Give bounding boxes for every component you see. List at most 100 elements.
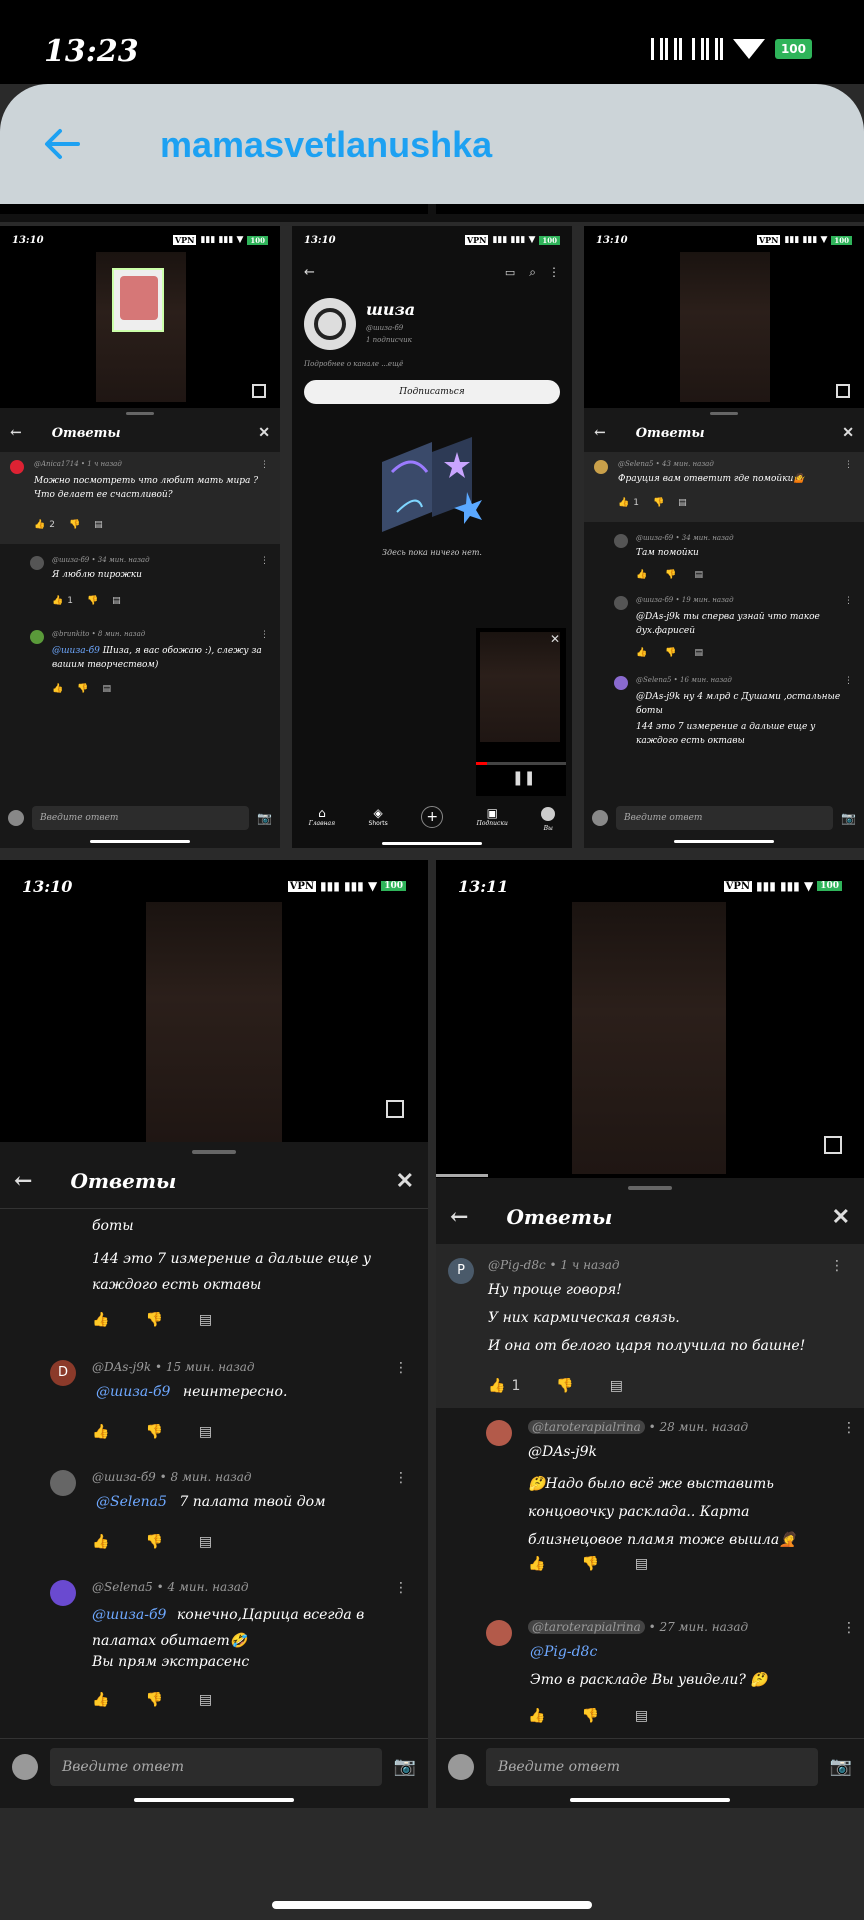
- mention-link[interactable]: @шиза-б9: [52, 646, 100, 656]
- fullscreen-icon[interactable]: [252, 384, 266, 398]
- like-icon[interactable]: 👍: [92, 1692, 109, 1708]
- fullscreen-icon[interactable]: [386, 1100, 404, 1118]
- create-button[interactable]: +: [421, 806, 444, 828]
- like-icon[interactable]: 👍: [488, 1378, 505, 1394]
- reply-icon[interactable]: ▤: [199, 1312, 212, 1328]
- reply-input[interactable]: Введите ответ: [50, 1747, 382, 1786]
- dislike-icon[interactable]: 👎: [653, 498, 664, 508]
- nav-you[interactable]: Вы: [541, 806, 556, 832]
- like-icon[interactable]: 👍: [618, 498, 629, 508]
- back-icon[interactable]: ←: [594, 425, 606, 441]
- signal-icon: [691, 38, 723, 60]
- more-icon[interactable]: ⋮: [260, 556, 269, 566]
- reply-icon[interactable]: ▤: [610, 1378, 623, 1394]
- mention-link[interactable]: @Pig-d8c: [530, 1644, 597, 1660]
- dislike-icon[interactable]: 👎: [77, 684, 88, 694]
- back-arrow-icon[interactable]: [42, 124, 82, 164]
- cast-icon[interactable]: ▭: [505, 266, 515, 279]
- more-icon[interactable]: ⋮: [394, 1580, 408, 1596]
- close-icon[interactable]: ✕: [842, 425, 854, 441]
- reply-input[interactable]: Введите ответ: [616, 806, 834, 830]
- dislike-icon[interactable]: 👎: [665, 648, 676, 658]
- like-icon[interactable]: 👍: [528, 1556, 545, 1572]
- close-icon[interactable]: ✕: [258, 425, 270, 441]
- camera-icon[interactable]: 📷: [394, 1756, 416, 1777]
- home-indicator[interactable]: [272, 1901, 592, 1909]
- more-icon[interactable]: ⋮: [844, 676, 853, 686]
- dislike-icon[interactable]: 👎: [581, 1556, 598, 1572]
- app-bar: mamasvetlanushka: [0, 84, 864, 204]
- more-icon[interactable]: ⋮: [842, 1420, 856, 1436]
- nav-home[interactable]: ⌂ Главная: [309, 806, 335, 827]
- search-icon[interactable]: ⌕: [529, 265, 536, 280]
- mention-link[interactable]: @шиза-б9: [92, 1607, 166, 1623]
- like-icon[interactable]: 👍: [34, 520, 45, 530]
- reply-icon[interactable]: ▤: [635, 1708, 648, 1724]
- close-icon[interactable]: ✕: [550, 632, 560, 646]
- author-chip[interactable]: @taroterapialrina: [528, 1420, 645, 1434]
- like-icon[interactable]: 👍: [92, 1534, 109, 1550]
- reply-icon[interactable]: ▤: [112, 596, 121, 606]
- reply-icon[interactable]: ▤: [694, 570, 703, 580]
- mini-player[interactable]: ✕ ❚❚: [476, 628, 566, 796]
- channel-about[interactable]: Подробнее о канале ...ещё: [304, 360, 403, 368]
- mention-link[interactable]: @шиза-б9: [96, 1384, 170, 1400]
- more-icon[interactable]: ⋮: [394, 1360, 408, 1376]
- more-icon[interactable]: ⋮: [842, 1620, 856, 1636]
- fullscreen-icon[interactable]: [824, 1136, 842, 1154]
- camera-icon[interactable]: 📷: [830, 1756, 852, 1777]
- close-icon[interactable]: ✕: [832, 1204, 850, 1230]
- dislike-icon[interactable]: 👎: [69, 520, 80, 530]
- reply-icon[interactable]: ▤: [94, 520, 103, 530]
- like-icon[interactable]: 👍: [52, 684, 63, 694]
- dislike-icon[interactable]: 👎: [145, 1424, 162, 1440]
- dislike-icon[interactable]: 👎: [145, 1692, 162, 1708]
- like-icon[interactable]: 👍: [636, 570, 647, 580]
- reply-text: 🤔Надо было всё же выставить концовочку р…: [528, 1476, 797, 1548]
- reply-icon[interactable]: ▤: [102, 684, 111, 694]
- reply-icon[interactable]: ▤: [199, 1424, 212, 1440]
- reply-time: • 27 мин. назад: [648, 1620, 749, 1634]
- camera-icon[interactable]: 📷: [257, 811, 272, 825]
- reply-icon[interactable]: ▤: [694, 648, 703, 658]
- dislike-icon[interactable]: 👎: [145, 1534, 162, 1550]
- status-time: 13:23: [44, 34, 139, 69]
- pause-icon[interactable]: ❚❚: [512, 770, 535, 786]
- author-chip[interactable]: @taroterapialrina: [528, 1620, 645, 1634]
- reply-input[interactable]: Введите ответ: [486, 1747, 818, 1786]
- more-icon[interactable]: ⋮: [830, 1258, 844, 1274]
- more-icon[interactable]: ⋮: [394, 1470, 408, 1486]
- dislike-icon[interactable]: 👎: [145, 1312, 162, 1328]
- subscribe-button[interactable]: Подписаться: [304, 380, 560, 404]
- dislike-icon[interactable]: 👎: [87, 596, 98, 606]
- reply-author: @taroterapialrina • 27 мин. назад: [528, 1620, 748, 1634]
- reply-icon[interactable]: ▤: [635, 1556, 648, 1572]
- back-icon[interactable]: ←: [10, 425, 22, 441]
- camera-icon[interactable]: 📷: [841, 811, 856, 825]
- reply-icon[interactable]: ▤: [678, 498, 687, 508]
- nav-subscriptions[interactable]: ▣ Подписки: [477, 806, 508, 827]
- reply-icon[interactable]: ▤: [199, 1534, 212, 1550]
- dislike-icon[interactable]: 👎: [556, 1378, 573, 1394]
- close-icon[interactable]: ✕: [396, 1168, 414, 1194]
- more-icon[interactable]: ⋮: [260, 630, 269, 640]
- like-icon[interactable]: 👍: [92, 1424, 109, 1440]
- more-icon[interactable]: ⋮: [260, 460, 269, 470]
- reply-input[interactable]: Введите ответ: [32, 806, 250, 830]
- back-icon[interactable]: ←: [14, 1168, 32, 1194]
- reply-icon[interactable]: ▤: [199, 1692, 212, 1708]
- like-icon[interactable]: 👍: [528, 1708, 545, 1724]
- more-icon[interactable]: ⋮: [844, 596, 853, 606]
- fullscreen-icon[interactable]: [836, 384, 850, 398]
- back-icon[interactable]: ←: [450, 1204, 468, 1230]
- nav-shorts[interactable]: ◈ Shorts: [369, 806, 388, 827]
- like-icon[interactable]: 👍: [92, 1312, 109, 1328]
- like-icon[interactable]: 👍: [52, 596, 63, 606]
- mention-link[interactable]: @Selena5: [96, 1494, 167, 1510]
- more-icon[interactable]: ⋮: [844, 460, 853, 470]
- more-icon[interactable]: ⋮: [548, 265, 560, 279]
- back-icon[interactable]: ←: [304, 265, 315, 280]
- dislike-icon[interactable]: 👎: [581, 1708, 598, 1724]
- dislike-icon[interactable]: 👎: [665, 570, 676, 580]
- like-icon[interactable]: 👍: [636, 648, 647, 658]
